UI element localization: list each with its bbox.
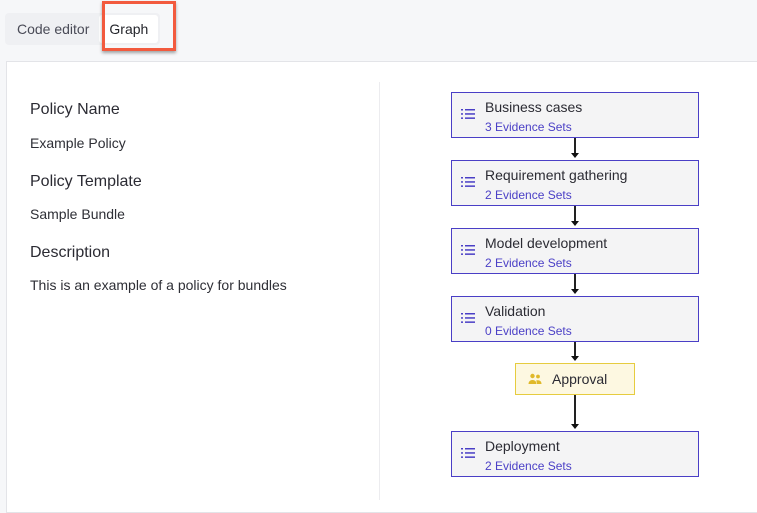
node-evidence-count[interactable]: 2 Evidence Sets bbox=[485, 188, 572, 202]
node-title: Approval bbox=[552, 371, 608, 387]
policy-template-value: Sample Bundle bbox=[30, 206, 125, 222]
node-title: Business cases bbox=[485, 99, 583, 115]
panel-divider bbox=[379, 82, 380, 500]
list-icon bbox=[461, 109, 475, 119]
graph-edge bbox=[571, 274, 579, 296]
node-evidence-count[interactable]: 0 Evidence Sets bbox=[485, 324, 572, 338]
node-title: Deployment bbox=[485, 438, 560, 454]
graph-edge bbox=[571, 138, 579, 160]
people-icon bbox=[528, 373, 542, 384]
graph-node-model-development[interactable]: Model development 2 Evidence Sets bbox=[451, 228, 699, 274]
view-tabs: Code editor Graph bbox=[5, 13, 161, 45]
policy-name-label: Policy Name bbox=[30, 101, 120, 118]
graph-edge bbox=[571, 342, 579, 363]
graph-node-approval[interactable]: Approval bbox=[515, 363, 635, 395]
graph-node-requirement-gathering[interactable]: Requirement gathering 2 Evidence Sets bbox=[451, 160, 699, 206]
graph-edge bbox=[571, 206, 579, 228]
description-value: This is an example of a policy for bundl… bbox=[30, 277, 287, 293]
tab-code-editor[interactable]: Code editor bbox=[7, 15, 99, 43]
list-icon bbox=[461, 177, 475, 187]
graph-node-business-cases[interactable]: Business cases 3 Evidence Sets bbox=[451, 92, 699, 138]
node-evidence-count[interactable]: 2 Evidence Sets bbox=[485, 459, 572, 473]
description-label: Description bbox=[30, 244, 111, 261]
node-title: Validation bbox=[485, 303, 546, 319]
graph-node-validation[interactable]: Validation 0 Evidence Sets bbox=[451, 296, 699, 342]
list-icon bbox=[461, 245, 475, 255]
policy-name-value: Example Policy bbox=[30, 135, 126, 151]
node-title: Model development bbox=[485, 235, 608, 251]
tab-graph[interactable]: Graph bbox=[99, 15, 159, 43]
list-icon bbox=[461, 313, 475, 323]
list-icon bbox=[461, 448, 475, 458]
graph-node-deployment[interactable]: Deployment 2 Evidence Sets bbox=[451, 431, 699, 477]
node-evidence-count[interactable]: 3 Evidence Sets bbox=[485, 120, 572, 134]
graph-edge bbox=[571, 395, 579, 431]
policy-template-label: Policy Template bbox=[30, 173, 142, 190]
node-title: Requirement gathering bbox=[485, 167, 628, 183]
node-evidence-count[interactable]: 2 Evidence Sets bbox=[485, 256, 572, 270]
